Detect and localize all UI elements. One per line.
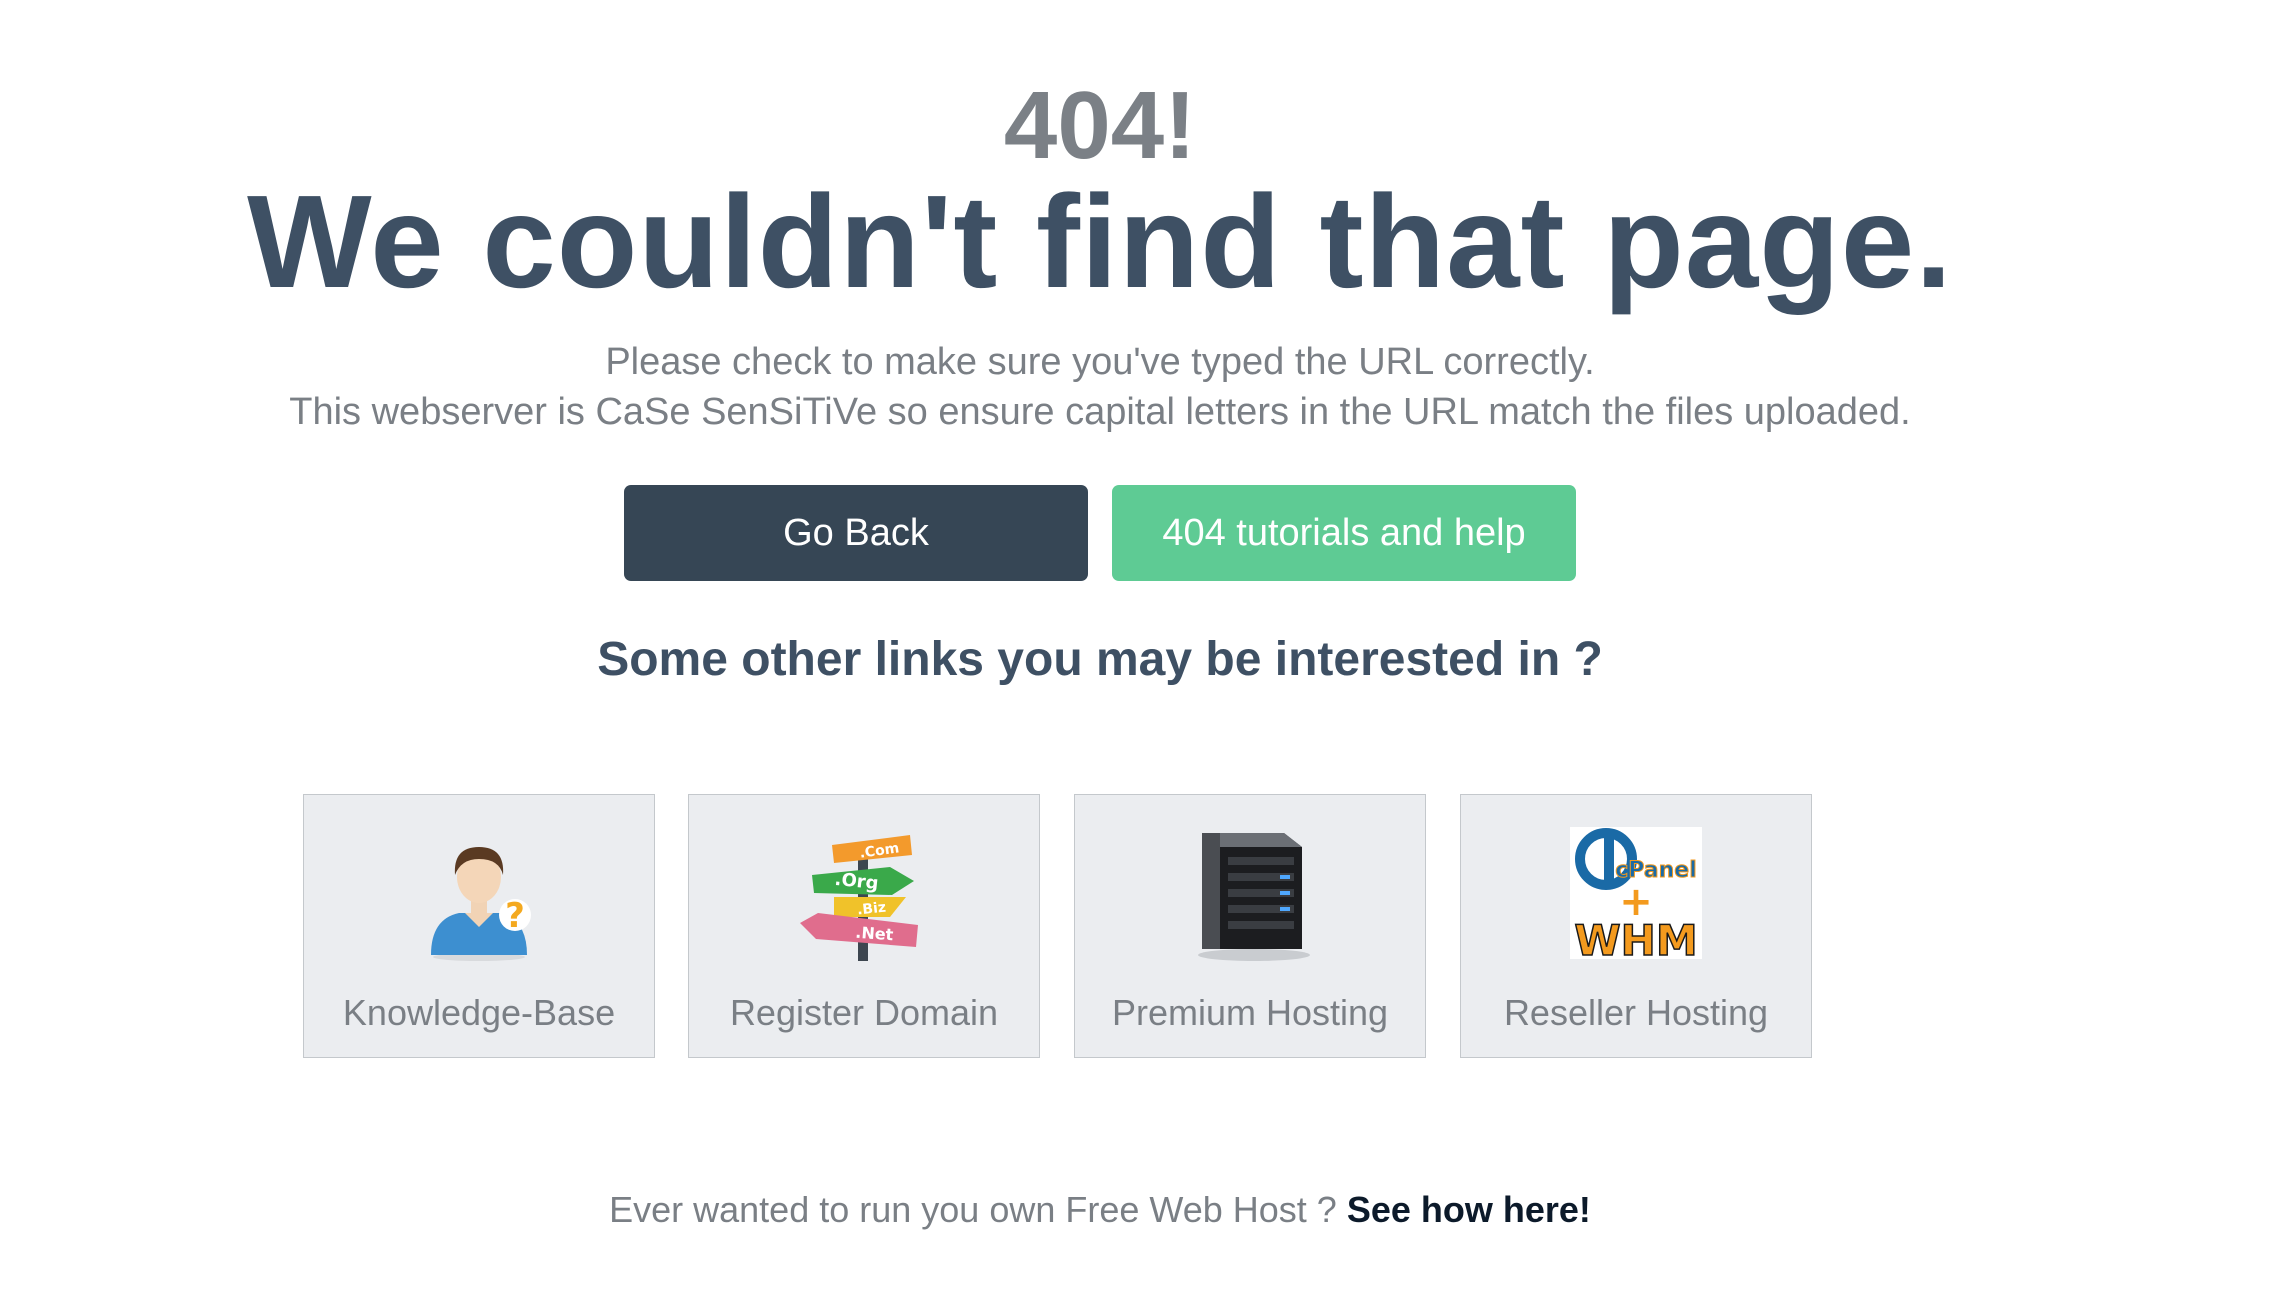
- free-host-text: Ever wanted to run you own Free Web Host…: [609, 1189, 1347, 1230]
- case-sensitive-message: This webserver is CaSe SenSiTiVe so ensu…: [289, 391, 1911, 433]
- page-title: We couldn't find that page.: [247, 168, 1953, 315]
- see-how-here-link[interactable]: See how here!: [1347, 1189, 1591, 1230]
- other-links-heading: Some other links you may be interested i…: [597, 633, 1603, 686]
- tutorials-help-button[interactable]: 404 tutorials and help: [1112, 485, 1576, 581]
- card-label: Premium Hosting: [1111, 992, 1389, 1033]
- svg-text:?: ?: [505, 896, 525, 936]
- person-question-icon: ?: [431, 847, 531, 961]
- reseller-hosting-card[interactable]: cPanel + WHM Reseller Hosting: [1460, 794, 1812, 1058]
- register-domain-card[interactable]: .Com .Org .Biz .Net Register Domain: [688, 794, 1040, 1058]
- error-code: 404!: [1003, 72, 1197, 179]
- card-label: Register Domain: [729, 992, 999, 1033]
- whm-text: WHM: [1574, 916, 1697, 963]
- premium-hosting-card[interactable]: Premium Hosting: [1074, 794, 1426, 1058]
- signpost-net-text: .Net: [855, 923, 895, 945]
- card-label: Knowledge-Base: [342, 992, 616, 1033]
- card-label: Reseller Hosting: [1503, 992, 1769, 1033]
- signpost-biz-text: .Biz: [856, 900, 886, 919]
- go-back-button[interactable]: Go Back: [624, 485, 1088, 581]
- server-icon: [1198, 833, 1310, 961]
- free-host-promo: Ever wanted to run you own Free Web Host…: [0, 1192, 2200, 1228]
- knowledge-base-card[interactable]: ? Knowledge-Base: [303, 794, 655, 1058]
- domain-signpost-icon: .Com .Org .Biz .Net: [800, 835, 918, 961]
- url-check-message: Please check to make sure you've typed t…: [605, 341, 1595, 383]
- cpanel-whm-icon: cPanel + WHM: [1570, 827, 1702, 963]
